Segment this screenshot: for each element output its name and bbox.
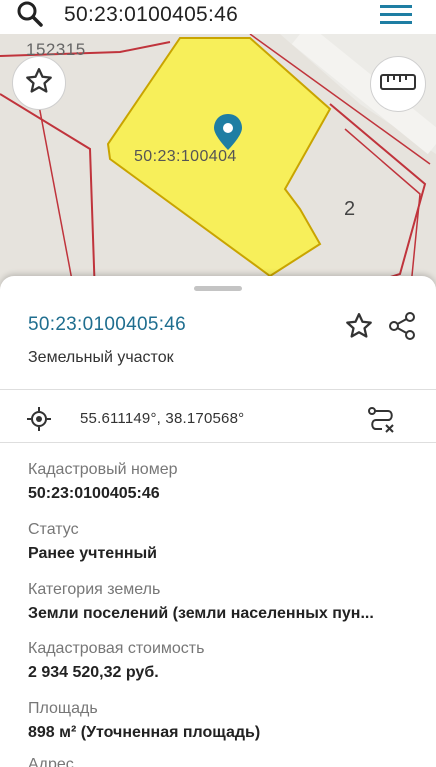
map-view[interactable]: 152315 50:23:100404 2 <box>0 34 436 296</box>
map-parcel-label: 50:23:100404 <box>134 148 237 165</box>
map-favorite-button[interactable] <box>12 56 66 110</box>
field-value-land-category: Земли поселений (земли населенных пун... <box>28 605 374 622</box>
drag-handle[interactable] <box>194 286 242 291</box>
map-number-label: 2 <box>344 198 356 220</box>
field-label-address: Адрес <box>28 756 74 767</box>
share-icon[interactable] <box>386 310 418 342</box>
field-value-cadastral-value: 2 934 520,32 руб. <box>28 664 159 681</box>
search-bar[interactable]: 50:23:0100405:46 <box>0 0 436 34</box>
parcel-title[interactable]: 50:23:0100405:46 <box>28 314 186 336</box>
search-icon[interactable] <box>14 0 48 30</box>
ruler-icon <box>380 73 416 96</box>
field-label-cadastral-number: Кадастровый номер <box>28 461 178 478</box>
route-icon[interactable] <box>366 404 398 436</box>
field-label-cadastral-value: Кадастровая стоимость <box>28 640 205 657</box>
star-icon[interactable] <box>344 311 374 341</box>
parcel-type: Земельный участок <box>28 349 174 366</box>
field-value-area: 898 м² (Уточненная площадь) <box>28 724 261 741</box>
field-label-area: Площадь <box>28 700 98 717</box>
field-value-cadastral-number: 50:23:0100405:46 <box>28 485 160 502</box>
field-label-status: Статус <box>28 521 79 538</box>
locate-icon[interactable] <box>26 406 52 432</box>
coordinates-text[interactable]: 55.611149°, 38.170568° <box>80 410 244 427</box>
field-value-status: Ранее учтенный <box>28 545 158 562</box>
star-icon <box>24 66 54 101</box>
ruler-button[interactable] <box>370 56 426 112</box>
divider <box>0 442 436 443</box>
menu-icon[interactable] <box>380 3 414 27</box>
divider <box>0 389 436 390</box>
search-input[interactable]: 50:23:0100405:46 <box>64 3 238 27</box>
info-sheet: 50:23:0100405:46 Земельный участок 55.61… <box>0 276 436 767</box>
field-label-land-category: Категория земель <box>28 581 161 598</box>
